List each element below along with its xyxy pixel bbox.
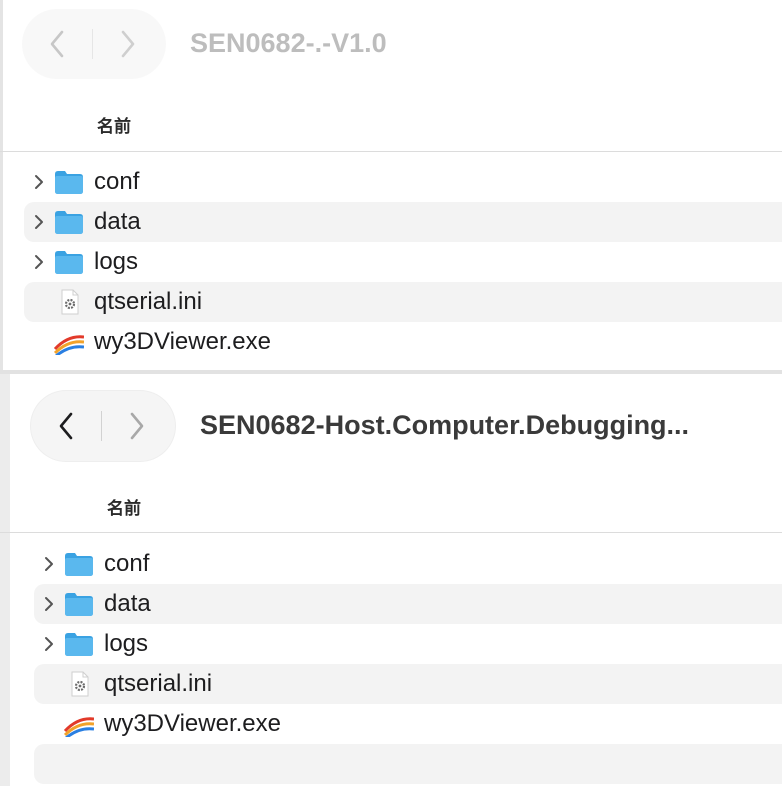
disclosure-triangle[interactable]: [34, 584, 64, 624]
navigation-buttons: [22, 9, 166, 79]
disclosure-triangle[interactable]: [24, 162, 54, 202]
disclosure-spacer: [24, 322, 54, 362]
chevron-right-icon: [45, 597, 53, 611]
gear-document-icon: [64, 664, 100, 704]
folder-icon: [54, 242, 90, 282]
window-title: SEN0682-.-V1.0: [190, 28, 387, 58]
list-item[interactable]: logs: [24, 242, 782, 282]
gear-document-icon: [54, 282, 90, 322]
folder-icon: [54, 162, 90, 202]
column-header-name[interactable]: 名前: [97, 112, 131, 137]
disclosure-spacer: [24, 282, 54, 322]
header-divider: [0, 532, 782, 533]
item-name: wy3DViewer.exe: [94, 328, 271, 355]
chevron-left-icon: [59, 412, 73, 440]
chevron-right-icon: [35, 215, 43, 229]
back-button[interactable]: [22, 9, 92, 79]
item-name: data: [104, 590, 151, 617]
window-title: SEN0682-Host.Computer.Debugging...: [200, 410, 690, 440]
item-name: conf: [94, 168, 140, 195]
exe-app-icon: [54, 322, 90, 362]
folder-icon: [64, 544, 100, 584]
forward-button[interactable]: [93, 9, 163, 79]
disclosure-triangle[interactable]: [34, 544, 64, 584]
disclosure-triangle[interactable]: [24, 242, 54, 282]
list-item[interactable]: wy3DViewer.exe: [24, 322, 782, 362]
finder-window-background: SEN0682-.-V1.0 名前 conf data logs qtseria…: [0, 0, 782, 374]
disclosure-triangle[interactable]: [24, 202, 54, 242]
list-item[interactable]: data: [24, 202, 782, 242]
list-item[interactable]: qtserial.ini: [34, 664, 782, 704]
item-name: qtserial.ini: [94, 288, 203, 315]
list-item[interactable]: conf: [24, 162, 782, 202]
chevron-right-icon: [45, 557, 53, 571]
folder-icon: [64, 584, 100, 624]
folder-icon: [54, 202, 90, 242]
chevron-right-icon: [121, 30, 135, 58]
disclosure-spacer: [34, 704, 64, 744]
disclosure-spacer: [34, 664, 64, 704]
item-name: data: [94, 208, 141, 235]
chevron-right-icon: [45, 637, 53, 651]
disclosure-triangle[interactable]: [34, 624, 64, 664]
folder-icon: [64, 624, 100, 664]
chevron-left-icon: [50, 30, 64, 58]
item-name: conf: [104, 550, 150, 577]
item-name: wy3DViewer.exe: [104, 710, 281, 737]
navigation-buttons: [31, 391, 175, 461]
chevron-right-icon: [35, 255, 43, 269]
file-list: conf data logs qtserial.ini wy3DViewer.e…: [0, 162, 782, 362]
exe-app-icon: [64, 704, 100, 744]
item-name: logs: [104, 630, 149, 657]
column-header-name[interactable]: 名前: [107, 494, 141, 519]
chevron-right-icon: [130, 412, 144, 440]
chevron-right-icon: [35, 175, 43, 189]
file-list: conf data logs qtserial.ini wy3DViewer.e…: [0, 544, 782, 784]
forward-button[interactable]: [102, 391, 172, 461]
list-item[interactable]: conf: [34, 544, 782, 584]
list-item[interactable]: logs: [34, 624, 782, 664]
list-item[interactable]: wy3DViewer.exe: [34, 704, 782, 744]
header-divider: [0, 151, 782, 152]
item-name: logs: [94, 248, 139, 275]
item-name: qtserial.ini: [104, 670, 213, 697]
list-item[interactable]: data: [34, 584, 782, 624]
back-button[interactable]: [31, 391, 101, 461]
finder-window-active: SEN0682-Host.Computer.Debugging... 名前 co…: [0, 374, 782, 786]
list-item[interactable]: qtserial.ini: [24, 282, 782, 322]
empty-list-row: [34, 744, 782, 784]
